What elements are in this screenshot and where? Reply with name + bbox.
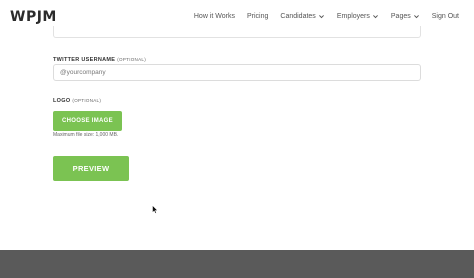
nav-employers[interactable]: Employers xyxy=(337,13,379,20)
twitter-optional-tag: (optional) xyxy=(117,57,147,62)
nav-pricing-label: Pricing xyxy=(246,13,269,20)
twitter-username-label: Twitter username (optional) xyxy=(53,57,146,63)
chevron-down-icon xyxy=(413,13,420,20)
chevron-down-icon xyxy=(372,13,379,20)
preview-button[interactable]: Preview xyxy=(53,156,129,181)
nav-pages-label: Pages xyxy=(390,13,411,20)
logo-label-text: Logo xyxy=(53,98,71,104)
twitter-username-input[interactable] xyxy=(53,64,421,81)
logo-label: Logo (optional) xyxy=(53,98,101,104)
previous-field-input[interactable] xyxy=(53,26,421,38)
nav-candidates-label: Candidates xyxy=(280,13,316,20)
site-logo[interactable]: WPJM xyxy=(10,9,57,25)
mouse-pointer-icon xyxy=(152,201,159,214)
choose-image-button[interactable]: Choose Image xyxy=(53,111,122,131)
nav-how-it-works[interactable]: How it Works xyxy=(194,13,235,20)
twitter-username-label-text: Twitter username xyxy=(53,57,116,63)
max-file-size-hint: Maximum file size: 1,000 MB. xyxy=(53,132,119,138)
nav-candidates[interactable]: Candidates xyxy=(280,13,324,20)
main-nav: How it Works Pricing Candidates Employer… xyxy=(182,13,459,20)
nav-sign-out[interactable]: Sign Out xyxy=(432,13,459,20)
site-footer xyxy=(0,250,474,278)
nav-pricing[interactable]: Pricing xyxy=(247,13,268,20)
nav-employers-label: Employers xyxy=(336,13,370,20)
nav-sign-out-label: Sign Out xyxy=(431,13,459,20)
nav-how-it-works-label: How it Works xyxy=(193,13,235,20)
logo-optional-tag: (optional) xyxy=(72,98,102,103)
chevron-down-icon xyxy=(318,13,325,20)
nav-pages[interactable]: Pages xyxy=(391,13,420,20)
